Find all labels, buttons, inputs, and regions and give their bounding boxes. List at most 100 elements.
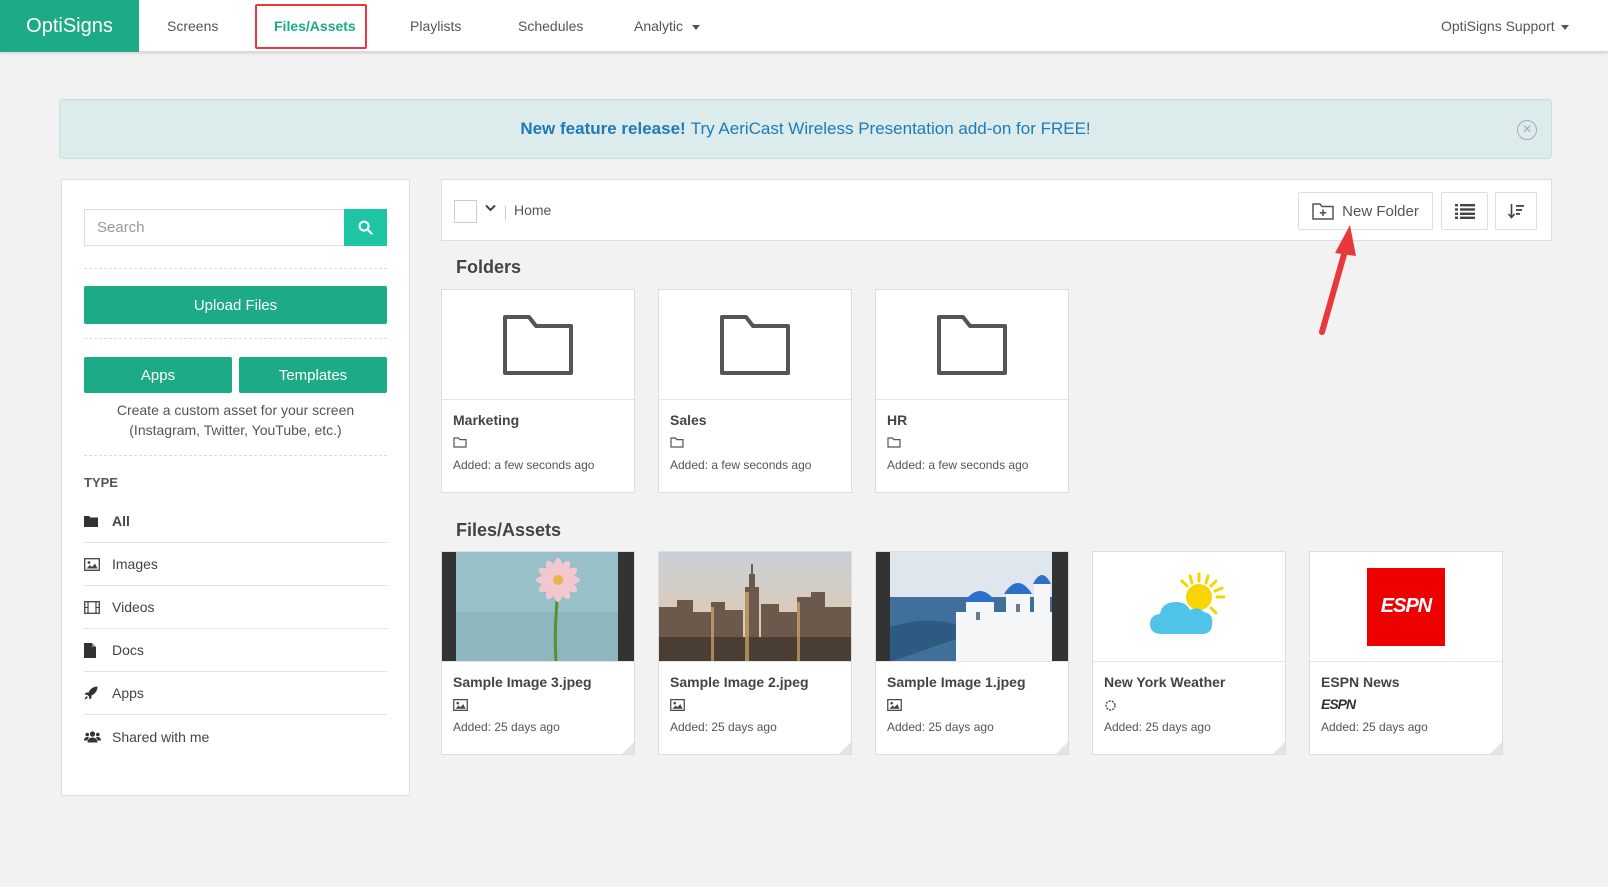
user-name: OptiSigns Support [1441, 18, 1555, 34]
asset-card-image-3[interactable]: Sample Image 3.jpeg Added: 25 days ago [441, 551, 635, 755]
type-item-all[interactable]: All [84, 500, 387, 543]
folder-card-sales[interactable]: Sales Added: a few seconds ago [658, 289, 852, 493]
added-date: Added: 25 days ago [453, 720, 560, 734]
asset-card-image-2[interactable]: Sample Image 2.jpeg Added: 25 days ago [658, 551, 852, 755]
type-item-docs[interactable]: Docs [84, 629, 387, 672]
templates-button[interactable]: Templates [239, 357, 387, 393]
folder-name: HR [887, 412, 908, 428]
folder-name: Marketing [453, 412, 520, 428]
asset-thumbnail [876, 552, 1068, 662]
folder-card-marketing[interactable]: Marketing Added: a few seconds ago [441, 289, 635, 493]
added-date: Added: a few seconds ago [453, 458, 595, 472]
nav-files-assets[interactable]: Files/Assets [274, 0, 356, 52]
asset-name: Sample Image 2.jpeg [670, 674, 809, 690]
folder-icon [670, 437, 684, 448]
sort-button[interactable] [1495, 192, 1537, 230]
type-label-images: Images [112, 556, 158, 572]
content-toolbar: Home New Folder [441, 179, 1552, 241]
folder-thumbnail [659, 290, 851, 400]
type-label-all: All [112, 513, 130, 529]
asset-name: Sample Image 3.jpeg [453, 674, 592, 690]
search-input[interactable]: Search [84, 209, 344, 246]
asset-thumbnail [1093, 552, 1285, 662]
banner-bold-text[interactable]: New feature release! [520, 119, 685, 139]
type-label-videos: Videos [112, 599, 155, 615]
nav-screens[interactable]: Screens [167, 0, 218, 52]
breadcrumb[interactable]: Home [514, 202, 551, 218]
resize-corner [1490, 742, 1502, 754]
folder-thumbnail [876, 290, 1068, 400]
asset-name: ESPN News [1321, 674, 1400, 690]
user-menu[interactable]: OptiSigns Support [1441, 0, 1569, 52]
folder-name: Sales [670, 412, 707, 428]
resize-corner [839, 742, 851, 754]
list-view-button[interactable] [1441, 192, 1488, 230]
asset-thumbnail [442, 552, 634, 662]
asset-thumbnail [659, 552, 851, 662]
nav-playlists[interactable]: Playlists [410, 0, 461, 52]
apps-button[interactable]: Apps [84, 357, 232, 393]
brand-logo[interactable]: OptiSigns [0, 0, 139, 52]
upload-files-button[interactable]: Upload Files [84, 286, 387, 324]
added-date: Added: 25 days ago [1104, 720, 1211, 734]
added-date: Added: 25 days ago [887, 720, 994, 734]
divider [84, 338, 387, 339]
added-date: Added: 25 days ago [1321, 720, 1428, 734]
folder-thumbnail [442, 290, 634, 400]
city-skyline-image [659, 552, 851, 661]
type-item-videos[interactable]: Videos [84, 586, 387, 629]
type-label-shared: Shared with me [112, 728, 210, 745]
folder-icon [453, 437, 467, 448]
santorini-image [890, 552, 1052, 661]
document-icon [84, 642, 112, 658]
nav-analytic[interactable]: Analytic [634, 0, 701, 52]
search-button[interactable] [344, 209, 387, 246]
added-date: Added: a few seconds ago [887, 458, 1029, 472]
users-icon [84, 730, 112, 743]
rocket-icon [84, 686, 112, 700]
nav-analytic-label: Analytic [634, 18, 684, 34]
folders-heading: Folders [456, 257, 522, 277]
sidebar: Search Upload Files Apps Templates Creat… [61, 179, 410, 796]
files-heading: Files/Assets [456, 520, 562, 540]
espn-logo-icon: ESPN [1367, 567, 1445, 646]
folder-icon [84, 515, 112, 527]
sort-icon [1508, 204, 1524, 219]
flower-image [456, 552, 618, 661]
asset-name: New York Weather [1104, 674, 1226, 690]
asset-card-weather[interactable]: New York Weather Added: 25 days ago [1092, 551, 1286, 755]
caret-down-icon [1560, 24, 1569, 30]
folder-plus-icon [1312, 203, 1334, 220]
folder-icon [937, 314, 1007, 375]
type-item-apps[interactable]: Apps [84, 672, 387, 715]
type-item-images[interactable]: Images [84, 543, 387, 586]
annotation-arrow-icon [1319, 225, 1356, 335]
close-icon[interactable]: ✕ [1517, 120, 1537, 140]
list-icon [1454, 204, 1475, 219]
asset-card-espn[interactable]: ESPN ESPN News ESPN Added: 25 days ago [1309, 551, 1503, 755]
note-line-2: (Instagram, Twitter, YouTube, etc.) [129, 422, 342, 438]
type-label-apps: Apps [112, 685, 144, 701]
chevron-down-icon[interactable] [485, 204, 496, 212]
folder-card-hr[interactable]: HR Added: a few seconds ago [875, 289, 1069, 493]
nav-schedules[interactable]: Schedules [518, 0, 583, 52]
asset-thumbnail: ESPN [1310, 552, 1502, 662]
espn-logo-text: ESPN [1380, 595, 1432, 617]
asset-name: Sample Image 1.jpeg [887, 674, 1026, 690]
caret-down-icon [692, 24, 701, 30]
divider [84, 268, 387, 269]
note-line-1: Create a custom asset for your screen [116, 402, 355, 418]
type-item-shared[interactable]: Shared with me [84, 715, 387, 758]
banner-text[interactable]: Try AeriCast Wireless Presentation add-o… [691, 119, 1091, 139]
weather-sun-cloud-icon [1150, 572, 1226, 634]
asset-card-image-1[interactable]: Sample Image 1.jpeg Added: 25 days ago [875, 551, 1069, 755]
select-all-checkbox[interactable] [454, 200, 477, 223]
resize-corner [622, 742, 634, 754]
image-icon [453, 699, 468, 711]
film-icon [84, 600, 112, 614]
top-navbar: OptiSigns Screens Files/Assets Playlists… [0, 0, 1608, 52]
espn-small-logo-icon: ESPN [1321, 696, 1356, 712]
divider [505, 206, 506, 220]
feature-banner: New feature release! Try AeriCast Wirele… [59, 99, 1552, 159]
custom-asset-note: Create a custom asset for your screen (I… [84, 400, 387, 440]
